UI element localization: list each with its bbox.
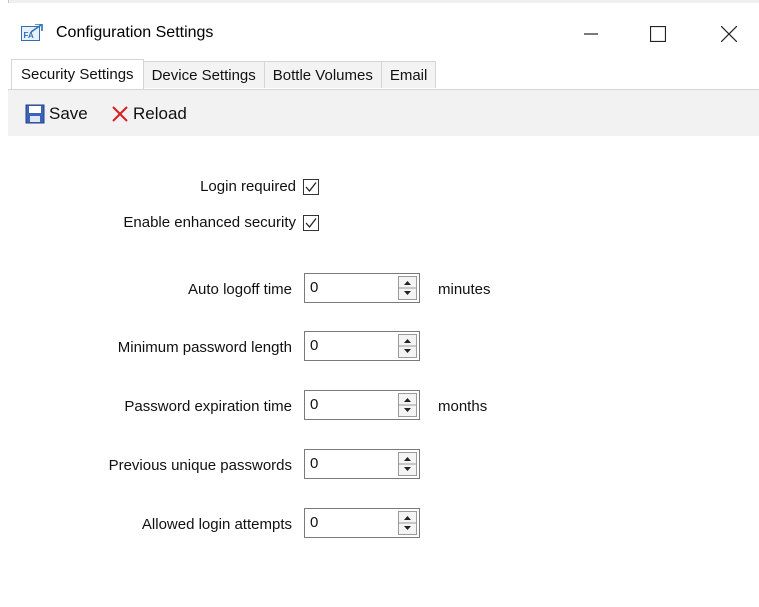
min-password-length-spinner[interactable]: 0 <box>304 331 420 361</box>
save-icon <box>25 104 45 124</box>
tab-bottle-volumes[interactable]: Bottle Volumes <box>263 61 382 88</box>
save-label: Save <box>49 104 88 123</box>
spin-arrows-icon <box>399 398 416 412</box>
auto-logoff-spinner[interactable]: 0 <box>304 273 420 303</box>
auto-logoff-label: Auto logoff time <box>188 281 292 298</box>
svg-text:FA: FA <box>24 31 34 40</box>
minimize-button[interactable] <box>569 15 613 53</box>
password-expiration-label: Password expiration time <box>124 398 292 415</box>
tab-email[interactable]: Email <box>380 61 437 88</box>
password-expiration-unit: months <box>438 398 488 415</box>
enhanced-security-checkbox[interactable] <box>303 215 319 231</box>
close-button[interactable] <box>707 15 751 53</box>
spin-arrows-icon <box>399 281 416 295</box>
minimize-icon <box>584 33 598 35</box>
min-password-length-label: Minimum password length <box>117 339 292 356</box>
maximize-icon <box>650 26 666 42</box>
previous-unique-spin-buttons[interactable] <box>398 452 417 476</box>
security-settings-panel: Login required Enable enhanced security … <box>8 136 759 607</box>
tab-device-settings[interactable]: Device Settings <box>142 61 265 88</box>
reload-x-icon <box>112 106 128 122</box>
login-required-checkbox[interactable] <box>303 179 319 195</box>
login-attempts-spin-buttons[interactable] <box>398 511 417 535</box>
auto-logoff-spin-buttons[interactable] <box>398 276 417 300</box>
enhanced-security-label: Enable enhanced security <box>123 214 296 231</box>
app-icon: FA <box>21 24 43 41</box>
spin-arrows-icon <box>399 516 416 530</box>
save-button[interactable]: Save <box>25 103 88 125</box>
min-password-length-spin-buttons[interactable] <box>398 334 417 358</box>
spin-arrows-icon <box>399 457 416 471</box>
close-icon <box>721 26 737 42</box>
previous-unique-label: Previous unique passwords <box>108 457 292 474</box>
reload-label: Reload <box>133 104 187 123</box>
spin-arrows-icon <box>399 339 416 353</box>
maximize-button[interactable] <box>636 15 680 53</box>
checkmark-icon <box>305 218 317 229</box>
password-expiration-value[interactable]: 0 <box>310 396 318 413</box>
min-password-length-value[interactable]: 0 <box>310 337 318 354</box>
tab-security-settings[interactable]: Security Settings <box>11 59 144 89</box>
login-required-label: Login required <box>200 178 296 195</box>
tab-strip: Security Settings Device Settings Bottle… <box>11 59 437 89</box>
window-title: Configuration Settings <box>56 24 214 41</box>
previous-unique-value[interactable]: 0 <box>310 455 318 472</box>
previous-unique-spinner[interactable]: 0 <box>304 449 420 479</box>
auto-logoff-unit: minutes <box>438 281 491 298</box>
title-bar[interactable]: FA Configuration Settings <box>8 3 759 59</box>
reload-button[interactable]: Reload <box>111 103 187 125</box>
password-expiration-spinner[interactable]: 0 <box>304 390 420 420</box>
login-attempts-label: Allowed login attempts <box>141 516 292 533</box>
login-attempts-spinner[interactable]: 0 <box>304 508 420 538</box>
auto-logoff-value[interactable]: 0 <box>310 279 318 296</box>
toolbar: Save Reload <box>8 90 759 136</box>
login-attempts-value[interactable]: 0 <box>310 514 318 531</box>
configuration-window: FA Configuration Settings Security Setti… <box>8 3 759 607</box>
checkmark-icon <box>305 182 317 193</box>
password-expiration-spin-buttons[interactable] <box>398 393 417 417</box>
